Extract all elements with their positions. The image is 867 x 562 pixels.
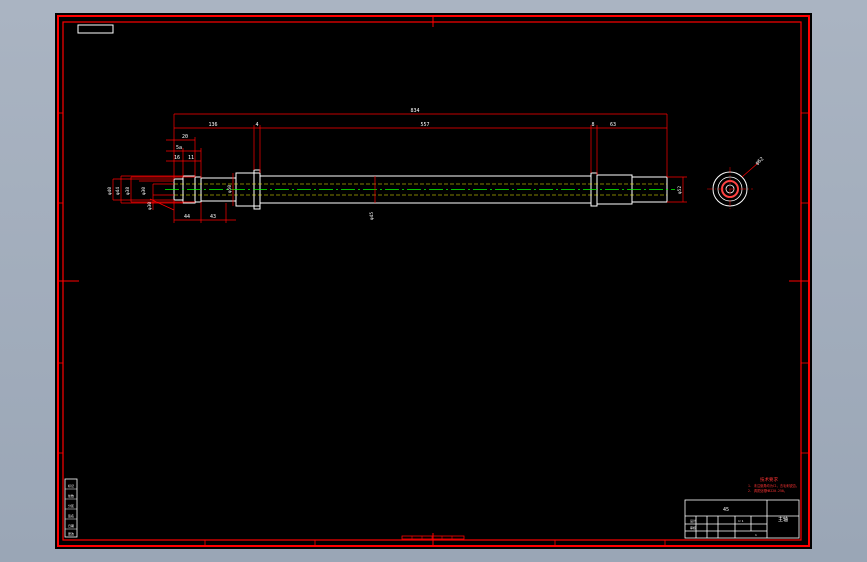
dimension-lines	[112, 113, 687, 223]
notes-line2: 2. 调质处理HB220-250。	[748, 488, 787, 493]
title-checker: 审核	[690, 525, 696, 530]
revision-strip: 标记 处数 分区 签名 日期 更改	[64, 478, 78, 538]
dia-52: φ52	[677, 186, 683, 194]
notes-heading: 技术要求	[760, 476, 778, 483]
rev-label-5: 日期	[68, 523, 74, 528]
dim-5a: 5a	[176, 145, 182, 151]
rev-label-4: 签名	[68, 513, 74, 518]
dia-30b: φ30	[147, 202, 153, 210]
dim-4: 4	[255, 122, 258, 128]
dia-44: φ44	[115, 187, 121, 195]
title-scale: 1:1	[738, 519, 744, 523]
rev-label-2: 处数	[68, 493, 74, 498]
dim-43: 43	[210, 214, 216, 220]
section-view: φ62	[707, 156, 765, 211]
inner-border	[62, 21, 802, 541]
title-sheet: 1	[755, 533, 757, 537]
dim-8: 8	[591, 122, 594, 128]
top-left-label-box	[77, 24, 114, 34]
dim-20: 20	[182, 134, 188, 140]
dim-16: 16	[174, 155, 180, 161]
title-designer: 设计	[690, 518, 696, 523]
outer-border	[57, 15, 810, 547]
dim-11: 11	[188, 155, 194, 161]
title-material: 45	[723, 507, 729, 513]
dia-38: φ38	[125, 187, 131, 195]
zone-ticks	[58, 112, 809, 546]
dim-44: 44	[184, 214, 190, 220]
dia-30: φ30	[141, 187, 147, 195]
drawing-viewport[interactable]: 标记 处数 分区 签名 日期 更改 834 136 4 557 8 63 20 …	[55, 13, 812, 549]
rev-label-1: 标记	[68, 483, 74, 488]
dia-45: φ45	[369, 212, 375, 220]
dim-136: 136	[208, 122, 217, 128]
cad-drawing: 标记 处数 分区 签名 日期 更改 834 136 4 557 8 63 20 …	[57, 15, 810, 547]
rev-label-6: 更改	[68, 531, 74, 536]
dim-63: 63	[610, 122, 616, 128]
dim-557: 557	[420, 122, 429, 128]
dim-overall: 834	[410, 108, 419, 114]
section-dia: φ62	[754, 156, 765, 166]
notes-line1: 1. 未注倒角均为C1，去毛刺锐边。	[748, 483, 799, 488]
dia-50: φ50	[227, 185, 233, 193]
dia-40: φ40	[107, 187, 113, 195]
title-part-name: 主轴	[778, 516, 788, 523]
technical-notes: 技术要求 1. 未注倒角均为C1，去毛刺锐边。 2. 调质处理HB220-250…	[748, 476, 799, 493]
rev-label-3: 分区	[68, 503, 74, 508]
